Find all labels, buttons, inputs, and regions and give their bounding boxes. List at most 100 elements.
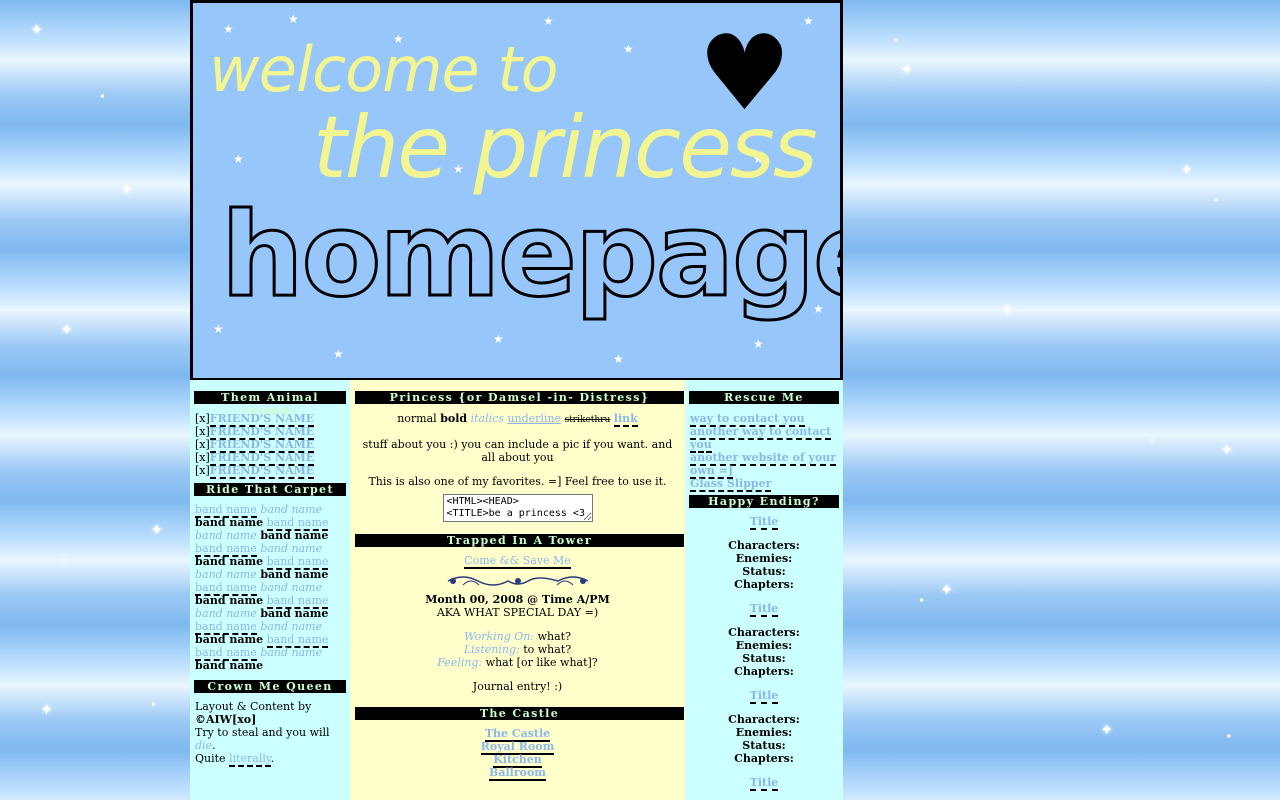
working-on: Working On: what? — [464, 630, 571, 643]
favorite-text: This is also one of my favorites. =] Fee… — [368, 475, 667, 488]
sparkle-icon: ✦ — [940, 580, 954, 599]
band-item: band name — [260, 620, 323, 633]
princess-box: normal bold italics underline strikethru… — [350, 404, 685, 536]
entry-date: Month 00, 2008 @ Time A/PM — [425, 593, 610, 606]
listening: Listening: to what? — [463, 643, 572, 656]
story-title-link[interactable]: Title — [749, 515, 779, 530]
carpet-heading: Ride That Carpet — [194, 483, 346, 496]
story-title-link[interactable]: Title — [749, 776, 779, 791]
story-title-link[interactable]: Title — [749, 602, 779, 617]
nav-item: Ballroom — [355, 766, 680, 781]
tower-box: Come && Save Me Month 00, 2008 @ Time A/… — [350, 547, 685, 709]
friends-heading: Them Animal Friends — [194, 391, 346, 417]
credits-author: ©AIW[xo] — [195, 713, 257, 726]
left-sidebar: Them Animal Friends [x]FRIEND'S NAME [x]… — [190, 380, 350, 800]
castle-heading: The Castle — [355, 707, 684, 720]
demo-link[interactable]: link — [613, 412, 638, 427]
contact-links: way to contact you another way to contac… — [685, 404, 843, 496]
star-icon: ★ — [803, 14, 814, 28]
star-icon: ★ — [493, 332, 504, 346]
story-block: Title Characters: Enemies: Status: Chapt… — [728, 689, 800, 765]
nav-link-ballroom[interactable]: Ballroom — [489, 766, 546, 781]
star-icon: ★ — [233, 152, 244, 166]
band-item: band name — [195, 529, 257, 542]
header-banner: ★ ★ ★ ★ ★ ★ ★ ★ ★ ★ ★ ★ ★ ★ ★ welcome to… — [190, 0, 843, 381]
list-item: another way to contact you — [690, 425, 838, 453]
credits-literally: Quite literally. — [195, 752, 275, 767]
website-link[interactable]: another website of your own =] — [690, 451, 837, 479]
story-block: Title Characters: Enemies: Status: Chapt… — [728, 515, 800, 591]
list-item: Glass Slipper — [690, 477, 838, 492]
rescue-heading: Rescue Me — [689, 391, 839, 404]
band-item: band name — [260, 568, 329, 581]
band-item: band name — [260, 529, 329, 542]
sparkle-icon: ✦ — [120, 180, 134, 199]
princess-heading: Princess {or Damsel -in- Distress} — [355, 391, 684, 404]
star-icon: ★ — [288, 12, 299, 26]
journal-entry: Journal entry! :) — [472, 680, 563, 693]
band-item: band name — [195, 633, 264, 646]
band-item: band name — [195, 607, 257, 620]
format-demo: normal bold italics underline strikethru… — [397, 412, 638, 427]
list-item: [x]FRIEND'S NAME — [195, 451, 315, 466]
code-textarea[interactable]: <HTML><HEAD> <TITLE>be a princess <3 — [442, 494, 593, 522]
story-block: Title Characters: Enemies: Status: Chapt… — [728, 602, 800, 678]
literally-link[interactable]: literally — [229, 752, 271, 767]
sparkle-icon: ✦ — [60, 320, 74, 339]
scroll-divider-icon — [447, 576, 588, 586]
right-sidebar: Rescue Me way to contact you another way… — [685, 380, 843, 800]
band-list: band name band name band name band name … — [190, 496, 350, 678]
star-icon: ★ — [543, 14, 554, 28]
star-icon: ★ — [753, 337, 764, 351]
sparkle-icon: ✦ — [30, 20, 44, 39]
sparkle-icon: ✦ — [1100, 720, 1114, 739]
tower-heading: Trapped In A Tower — [355, 534, 684, 547]
nav-item: The Castle — [355, 727, 680, 742]
contact-link[interactable]: another way to contact you — [690, 425, 832, 453]
about-text: stuff about you :) you can include a pic… — [362, 438, 673, 464]
nav-item: Kitchen — [355, 753, 680, 768]
friend-link[interactable]: FRIEND'S NAME — [209, 464, 315, 479]
band-item: band name — [195, 568, 257, 581]
nav-item: Royal Room — [355, 740, 680, 755]
band-item: band name — [195, 659, 264, 672]
entry-aka: AKA WHAT SPECIAL DAY =) — [436, 606, 599, 619]
feeling: Feeling: what [or like what]? — [437, 656, 598, 669]
sparkle-icon: ✦ — [1180, 160, 1194, 179]
sparkle-icon: ✦ — [900, 60, 914, 79]
story-title-link[interactable]: Title — [749, 689, 779, 704]
banner-welcome-text: welcome to — [209, 33, 559, 106]
credits-text: Layout & Content by — [195, 700, 312, 713]
credits-box: Layout & Content by ©AIW[xo] Try to stea… — [190, 693, 350, 771]
sparkle-icon: ✦ — [1000, 300, 1014, 319]
list-item: [x]FRIEND'S NAME — [195, 464, 315, 479]
band-item: band name — [195, 516, 264, 529]
star-icon: ★ — [333, 347, 344, 361]
ending-heading: Happy Ending? — [689, 495, 839, 508]
glass-slipper-link[interactable]: Glass Slipper — [690, 477, 772, 492]
credits-warning: Try to steal and you will die. — [195, 726, 330, 752]
band-item: band name — [260, 607, 329, 620]
sparkle-icon: ✦ — [150, 520, 164, 539]
band-item: band name — [260, 646, 323, 659]
main-content: Princess {or Damsel -in- Distress} norma… — [350, 380, 685, 800]
list-item: [x]FRIEND'S NAME — [195, 438, 315, 453]
list-item: another website of your own =] — [690, 451, 838, 479]
band-item: band name — [195, 555, 264, 568]
list-item: [x]FRIEND'S NAME — [195, 412, 315, 427]
band-item: band name — [195, 594, 264, 607]
friends-list: [x]FRIEND'S NAME [x]FRIEND'S NAME [x]FRI… — [190, 404, 350, 483]
save-me-link[interactable]: Come && Save Me — [464, 554, 571, 569]
band-item: band name — [260, 542, 323, 555]
sparkle-icon: ✦ — [1220, 440, 1234, 459]
castle-nav: The Castle Royal Room Kitchen Ballroom — [350, 720, 685, 785]
list-item: way to contact you — [690, 412, 838, 427]
stories-list: Title Characters: Enemies: Status: Chapt… — [685, 508, 843, 800]
list-item: [x]FRIEND'S NAME — [195, 425, 315, 440]
banner-homepage-text: homepage! — [220, 187, 840, 325]
star-icon: ★ — [213, 322, 224, 336]
credits-heading: Crown Me Queen — [194, 680, 346, 693]
heart-icon: ♥ — [698, 12, 792, 134]
band-item: band name — [260, 581, 323, 594]
band-item: band name — [260, 503, 323, 516]
